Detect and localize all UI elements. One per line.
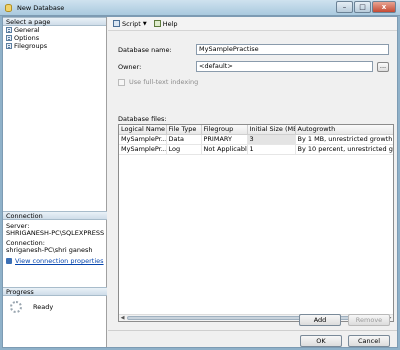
help-button[interactable]: Help [153,19,178,28]
database-files-label: Database files: [118,115,167,123]
page-item-options[interactable]: Options [3,34,106,42]
window-title: New Database [17,4,65,12]
progress-section: Progress Ready [3,287,107,313]
page-item-label: Filegroups [14,42,48,50]
properties-icon [6,258,12,264]
connection-section: Connection Server: SHRIGANESH-PC\SQLEXPR… [3,211,107,265]
column-header[interactable]: Filegroup [201,125,248,135]
view-connection-properties-link[interactable]: View connection properties [15,257,104,265]
autogrowth-cell[interactable]: By 1 MB, unrestricted growth [295,134,393,145]
chevron-down-icon[interactable]: ▼ [143,21,147,27]
server-value: SHRIGANESH-PC\SQLEXPRESS [6,229,105,237]
filegroup-cell: Not Applicable [201,144,248,155]
table-row[interactable]: MySamplePr... Log Not Applicable 1 By 10… [119,144,393,155]
connection-header: Connection [3,211,107,220]
close-button[interactable]: x [372,1,396,13]
title-bar: New Database – □ x [0,0,400,16]
owner-label: Owner: [118,62,142,71]
select-page-header: Select a page [3,17,106,26]
main-panel: Script ▼ Help Database name: MySamplePra… [108,17,397,347]
help-label: Help [162,19,178,28]
page-icon [6,27,12,33]
filegroup-cell[interactable]: PRIMARY [201,134,248,145]
script-button[interactable]: Script ▼ [113,20,147,28]
help-icon [153,20,161,27]
logical-name-cell[interactable]: MySamplePr... [119,134,167,145]
initial-size-cell[interactable]: 3 [247,134,296,145]
database-icon [5,4,13,12]
page-item-general[interactable]: General [3,26,106,34]
file-type-cell: Data [166,134,202,145]
ok-button[interactable]: OK [300,335,342,347]
database-files-grid: Logical Name File Type Filegroup Initial… [118,124,394,322]
autogrowth-cell[interactable]: By 10 percent, unrestricted growth [295,144,393,155]
page-item-filegroups[interactable]: Filegroups [3,42,106,50]
column-header[interactable]: Logical Name [119,125,167,135]
owner-input[interactable]: <default> [196,61,373,72]
fulltext-indexing-checkbox[interactable] [118,78,125,86]
dialog-frame: Select a page General Options Filegroups… [2,16,398,348]
left-panel: Select a page General Options Filegroups… [3,17,107,347]
page-item-label: General [14,26,40,34]
file-type-cell: Log [166,144,202,155]
scroll-left-icon[interactable]: ◀ [119,315,126,321]
page-item-label: Options [14,34,40,42]
progress-spinner-icon [10,301,22,313]
cancel-button[interactable]: Cancel [348,335,390,347]
fulltext-indexing-label: Use full-text indexing [129,78,199,86]
logical-name-cell[interactable]: MySamplePr... [119,144,167,155]
progress-header: Progress [3,287,107,296]
page-icon [6,35,12,41]
maximize-button[interactable]: □ [354,1,371,13]
add-button[interactable]: Add [299,314,341,326]
script-icon [113,20,120,27]
initial-size-cell[interactable]: 1 [247,144,296,155]
script-label: Script [122,19,141,28]
connection-value: shriganesh-PC\shri ganesh [6,246,93,254]
database-name-label: Database name: [118,45,172,54]
toolbar: Script ▼ Help [108,17,397,31]
column-header[interactable]: Initial Size (MB) [247,125,296,135]
column-header[interactable]: File Type [166,125,202,135]
column-header[interactable]: Autogrowth [295,125,393,135]
database-name-input[interactable]: MySamplePractise [196,44,389,55]
remove-button[interactable]: Remove [348,314,390,326]
browse-owner-button[interactable]: ... [377,61,389,72]
separator [108,330,397,331]
progress-status: Ready [33,303,54,311]
table-row[interactable]: MySamplePr... Data PRIMARY 3 By 1 MB, un… [119,134,393,145]
minimize-button[interactable]: – [336,1,353,13]
page-icon [6,43,12,49]
